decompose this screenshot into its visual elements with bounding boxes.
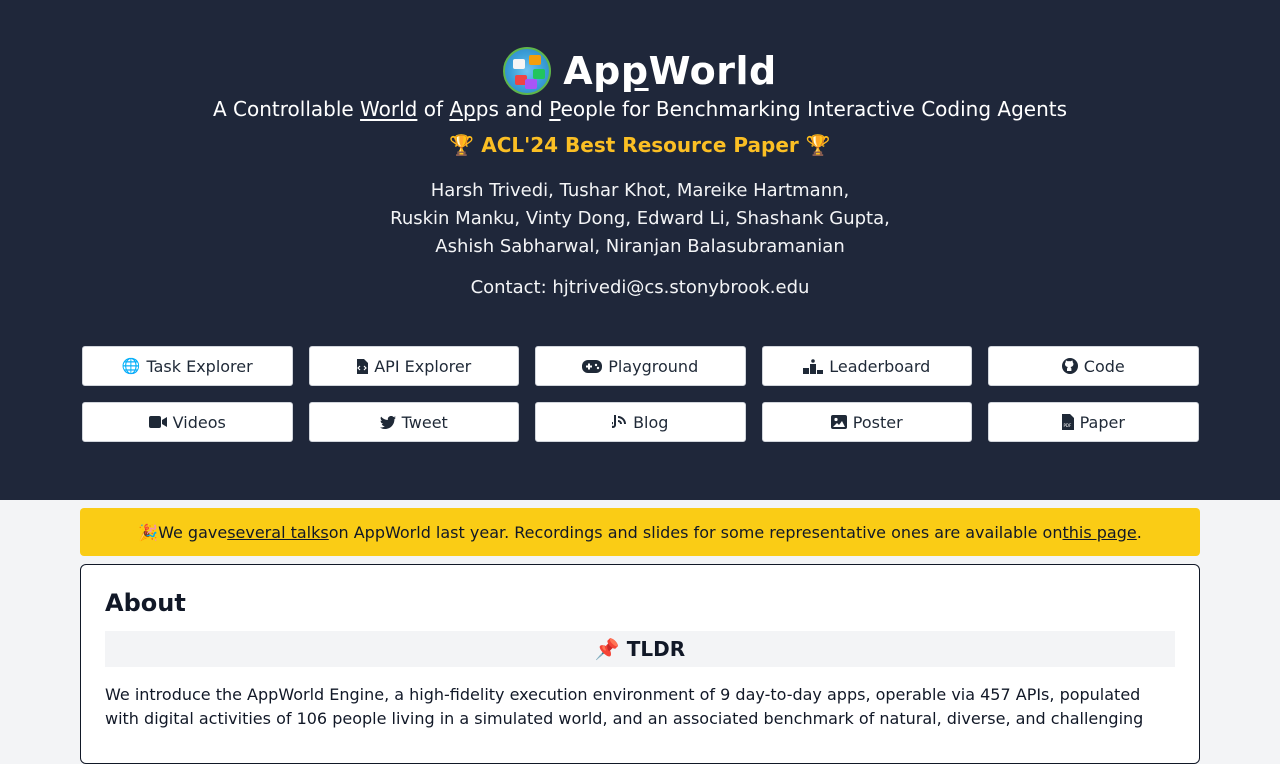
github-icon — [1061, 358, 1078, 374]
appworld-logo — [503, 47, 552, 95]
award-text: 🏆 ACL'24 Best Resource Paper 🏆 — [449, 133, 831, 157]
task-explorer-button[interactable]: 🌐 Task Explorer — [82, 346, 293, 386]
hero-header: AppWorld A Controllable World of Apps an… — [0, 0, 1280, 500]
authors-line: Harsh Trivedi, Tushar Khot, Mareike Hart… — [430, 180, 850, 201]
button-label: Playground — [608, 356, 699, 376]
banner-text: on AppWorld last year. Recordings and sl… — [328, 522, 1063, 542]
banner-text: We gave — [158, 522, 228, 542]
authors-line: Ashish Sabharwal, Niranjan Balasubramani… — [435, 236, 845, 257]
globe-icon: 🌐 — [121, 357, 141, 375]
videos-button[interactable]: Videos — [82, 402, 293, 442]
file-pdf-icon: PDF — [1061, 414, 1074, 430]
authors-list: Harsh Trivedi, Tushar Khot, Mareike Hart… — [0, 177, 1280, 261]
tweet-button[interactable]: Tweet — [308, 402, 519, 442]
svg-text:PDF: PDF — [1063, 423, 1071, 428]
button-label: Paper — [1079, 412, 1125, 432]
video-icon — [148, 416, 167, 428]
podium-icon — [803, 358, 824, 374]
party-icon: 🎉 — [138, 522, 159, 542]
tldr-heading: 📌 TLDR — [105, 631, 1175, 667]
leaderboard-button[interactable]: Leaderboard — [761, 346, 972, 386]
this-page-link[interactable]: this page — [1062, 523, 1136, 542]
nav-button-grid: 🌐 Task Explorer API Explorer Playground L… — [82, 346, 1199, 442]
poster-button[interactable]: Poster — [761, 402, 972, 442]
twitter-icon — [379, 415, 396, 429]
banner-text: . — [1136, 522, 1142, 542]
button-label: Blog — [633, 412, 669, 432]
paper-button[interactable]: PDF Paper — [988, 402, 1199, 442]
button-label: Code — [1083, 356, 1125, 376]
about-paragraph: We introduce the AppWorld Engine, a high… — [105, 685, 1144, 728]
authors-line: Ruskin Manku, Vinty Dong, Edward Li, Sha… — [390, 208, 890, 229]
gamepad-icon — [582, 359, 603, 373]
blog-button[interactable]: Blog — [535, 402, 746, 442]
about-section: About 📌 TLDR We introduce the AppWorld E… — [80, 564, 1200, 764]
blog-icon — [612, 414, 627, 430]
title-row: AppWorld — [0, 47, 1280, 95]
button-label: Leaderboard — [829, 356, 931, 376]
about-heading: About — [105, 589, 186, 617]
several-talks-link[interactable]: several talks — [227, 523, 329, 542]
subtitle: A Controllable World of Apps and People … — [212, 97, 1067, 121]
file-code-icon — [356, 358, 369, 374]
api-explorer-button[interactable]: API Explorer — [308, 346, 519, 386]
button-label: Videos — [172, 412, 226, 432]
button-label: Task Explorer — [146, 356, 253, 376]
code-button[interactable]: Code — [988, 346, 1199, 386]
button-label: Tweet — [401, 412, 448, 432]
button-label: Poster — [852, 412, 903, 432]
contact-email: Contact: hjtrivedi@cs.stonybrook.edu — [470, 277, 810, 298]
app-title: AppWorld — [563, 49, 777, 93]
button-label: API Explorer — [374, 356, 472, 376]
announcement-banner: 🎉 We gave several talks on AppWorld last… — [80, 508, 1200, 556]
playground-button[interactable]: Playground — [535, 346, 746, 386]
image-icon — [830, 415, 847, 429]
